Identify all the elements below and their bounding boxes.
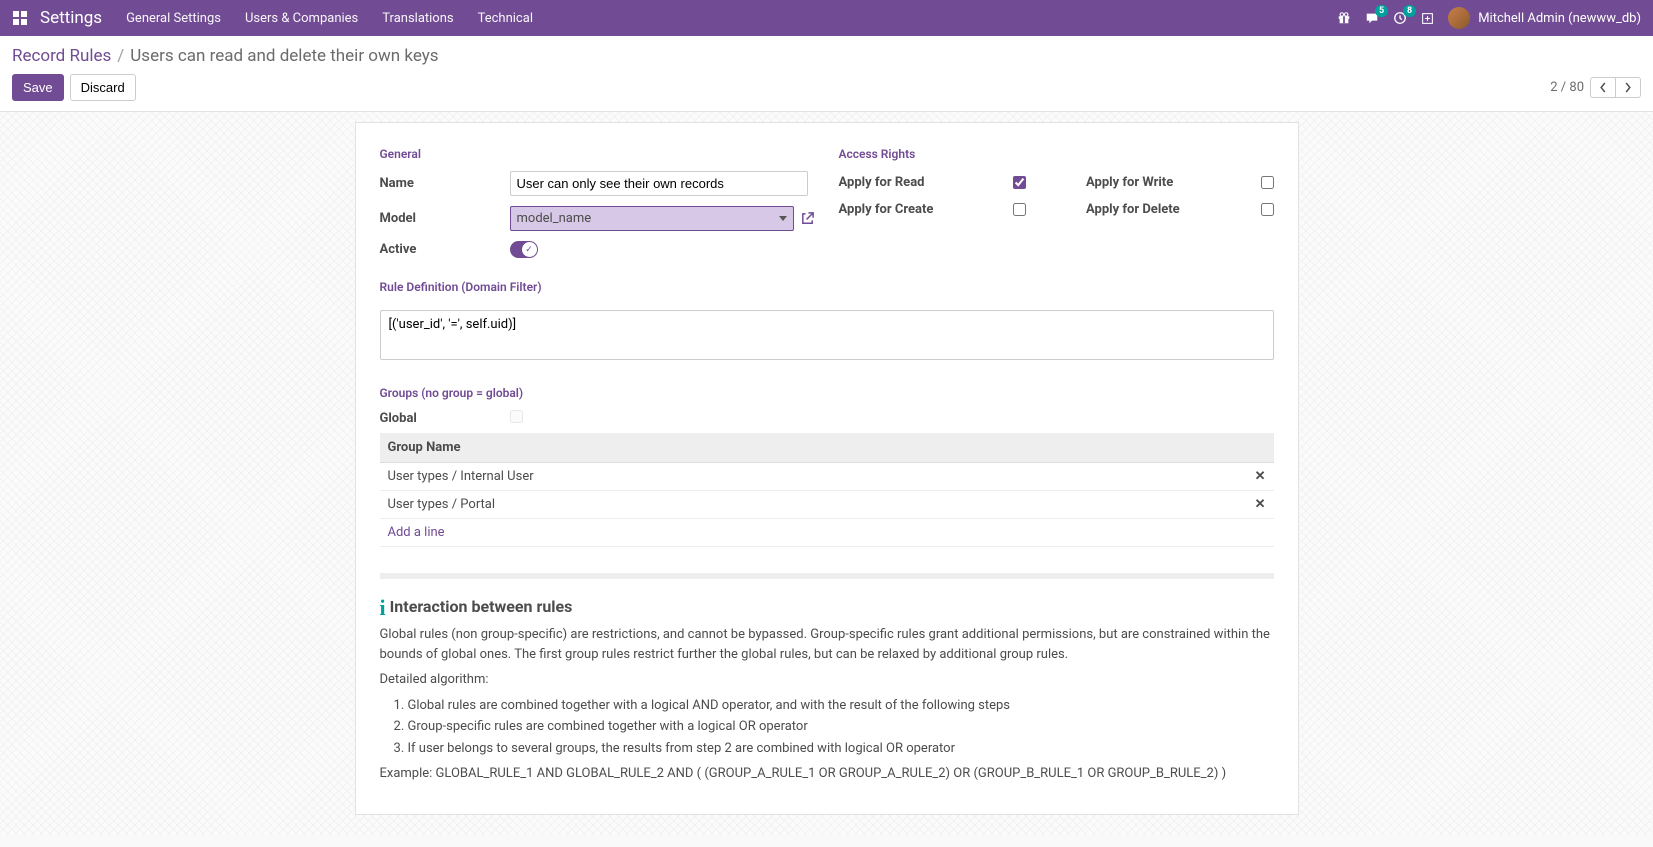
messages-icon[interactable]: 5 — [1365, 11, 1379, 25]
discard-button[interactable]: Discard — [70, 74, 136, 101]
info-li2: Group-specific rules are combined togeth… — [408, 717, 1274, 737]
breadcrumb: Record Rules / Users can read and delete… — [12, 46, 1641, 66]
info-example: Example: GLOBAL_RULE_1 AND GLOBAL_RULE_2… — [380, 764, 1274, 784]
delete-checkbox[interactable] — [1261, 203, 1274, 216]
pager-prev[interactable] — [1590, 77, 1615, 98]
apps-icon[interactable] — [12, 10, 28, 26]
pager-value[interactable]: 2 / 80 — [1550, 80, 1584, 95]
expand-icon[interactable] — [1421, 12, 1434, 25]
read-label: Apply for Read — [839, 175, 954, 190]
info-icon: i — [380, 597, 386, 619]
create-checkbox[interactable] — [1013, 203, 1026, 216]
user-menu[interactable]: Mitchell Admin (newww_db) — [1448, 7, 1641, 29]
pager: 2 / 80 — [1550, 77, 1641, 98]
section-rule-def: Rule Definition (Domain Filter) — [380, 280, 1274, 294]
global-label: Global — [380, 411, 510, 426]
divider — [380, 573, 1274, 579]
section-groups: Groups (no group = global) — [380, 386, 1274, 400]
name-input[interactable] — [510, 171, 808, 196]
breadcrumb-sep: / — [117, 46, 124, 66]
write-label: Apply for Write — [1086, 175, 1201, 190]
info-p1: Global rules (non group-specific) are re… — [380, 625, 1274, 664]
app-header: Settings General Settings Users & Compan… — [0, 0, 1653, 36]
info-li3: If user belongs to several groups, the r… — [408, 739, 1274, 759]
name-label: Name — [380, 176, 510, 191]
section-general: General — [380, 147, 815, 161]
breadcrumb-bar: Record Rules / Users can read and delete… — [0, 36, 1653, 66]
write-checkbox[interactable] — [1261, 176, 1274, 189]
domain-input[interactable] — [380, 310, 1274, 360]
active-label: Active — [380, 242, 510, 257]
breadcrumb-root[interactable]: Record Rules — [12, 46, 111, 66]
create-label: Apply for Create — [839, 202, 954, 217]
model-select[interactable]: model_name — [510, 206, 794, 231]
save-button[interactable]: Save — [12, 74, 64, 101]
model-value: model_name — [517, 211, 592, 226]
delete-label: Apply for Delete — [1086, 202, 1201, 217]
actions-bar: Save Discard 2 / 80 — [0, 66, 1653, 112]
info-title: Interaction between rules — [390, 597, 573, 616]
info-section: i Interaction between rules Global rules… — [380, 597, 1274, 784]
nav-general-settings[interactable]: General Settings — [126, 11, 221, 26]
group-name: User types / Portal — [388, 497, 496, 512]
model-label: Model — [380, 211, 510, 226]
messages-badge: 5 — [1375, 5, 1388, 17]
table-row[interactable]: User types / Portal ✕ — [380, 491, 1274, 519]
add-line-link[interactable]: Add a line — [388, 525, 445, 540]
add-line-row: Add a line — [380, 519, 1274, 547]
group-name: User types / Internal User — [388, 469, 534, 484]
chevron-down-icon — [779, 216, 787, 221]
form-canvas: General Name Model model_name — [0, 112, 1653, 835]
nav-technical[interactable]: Technical — [478, 11, 533, 26]
external-link-icon[interactable] — [800, 211, 815, 226]
delete-row-icon[interactable]: ✕ — [1255, 497, 1266, 512]
delete-row-icon[interactable]: ✕ — [1255, 469, 1266, 484]
nav-menu: General Settings Users & Companies Trans… — [126, 11, 1337, 26]
form-sheet: General Name Model model_name — [355, 122, 1299, 815]
pager-next[interactable] — [1615, 77, 1641, 98]
info-li1: Global rules are combined together with … — [408, 696, 1274, 716]
global-checkbox — [510, 410, 523, 423]
app-title[interactable]: Settings — [40, 8, 102, 28]
section-access: Access Rights — [839, 147, 1274, 161]
active-toggle[interactable] — [510, 241, 538, 258]
read-checkbox[interactable] — [1013, 176, 1026, 189]
user-name: Mitchell Admin (newww_db) — [1478, 11, 1641, 26]
activities-badge: 8 — [1403, 5, 1416, 17]
nav-translations[interactable]: Translations — [382, 11, 453, 26]
header-tools: 5 8 Mitchell Admin (newww_db) — [1337, 7, 1641, 29]
breadcrumb-current: Users can read and delete their own keys — [130, 46, 438, 66]
groups-table: Group Name User types / Internal User ✕ U… — [380, 433, 1274, 547]
gift-icon[interactable] — [1337, 11, 1351, 25]
table-row[interactable]: User types / Internal User ✕ — [380, 463, 1274, 491]
nav-users-companies[interactable]: Users & Companies — [245, 11, 358, 26]
groups-header: Group Name — [380, 433, 1274, 463]
avatar — [1448, 7, 1470, 29]
info-algo-label: Detailed algorithm: — [380, 670, 1274, 690]
activities-icon[interactable]: 8 — [1393, 11, 1407, 25]
